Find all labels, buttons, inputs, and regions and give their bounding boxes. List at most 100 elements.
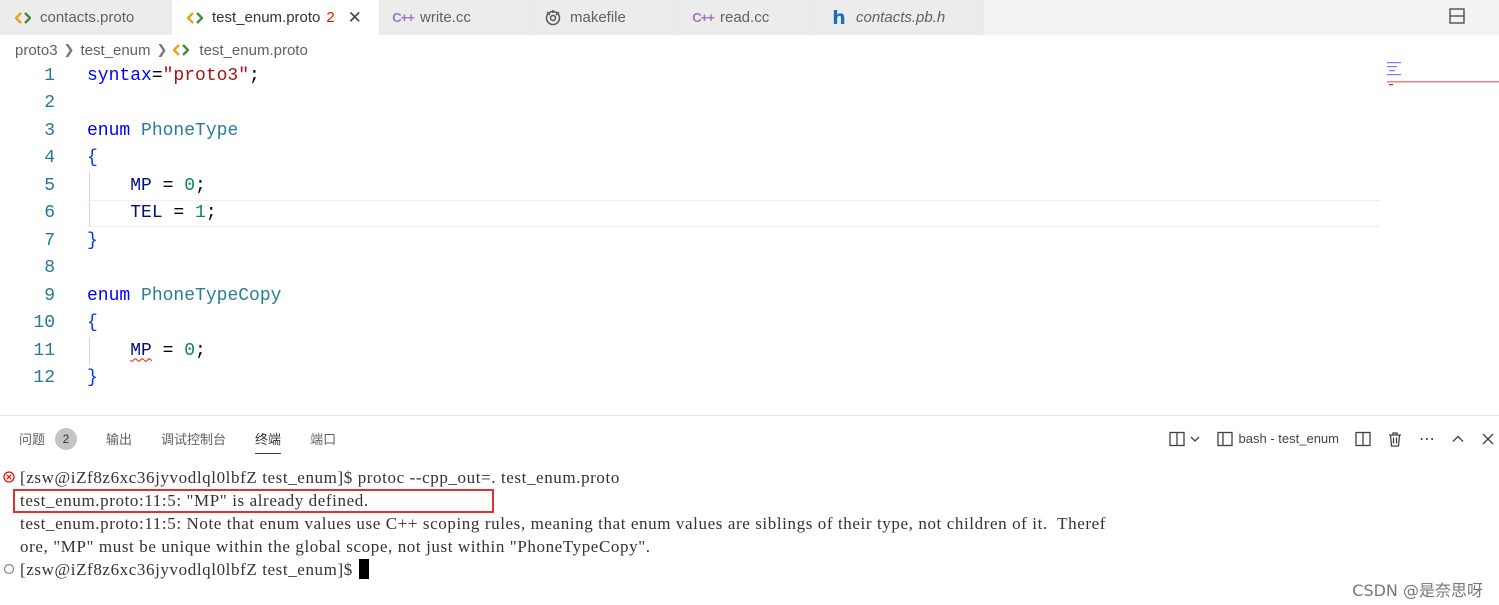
line-number: 5 [44, 175, 55, 196]
terminal-line: test_enum.proto:11:5: Note that enum val… [20, 514, 1107, 533]
code-token: enum [87, 120, 131, 141]
proto-icon [186, 9, 204, 27]
line-number: 2 [44, 93, 55, 113]
tab-label: contacts.pb.h [856, 9, 946, 26]
line-number: 1 [44, 65, 55, 86]
maximize-panel-button[interactable] [1451, 432, 1465, 446]
proto-icon [14, 9, 32, 27]
tab-test-enum-proto[interactable]: test_enum.proto 2 ✕ [172, 0, 380, 35]
tab-debug-console[interactable]: 调试控制台 [161, 416, 226, 461]
new-terminal-layout-button[interactable] [1168, 431, 1201, 447]
terminal-cursor [358, 559, 369, 579]
line-number: 10 [33, 313, 55, 333]
code-token: ; [195, 340, 206, 361]
kill-terminal-button[interactable] [1387, 431, 1403, 447]
code-token: = [151, 175, 185, 196]
code-editor[interactable]: 1 syntax="proto3"; 2 3 enum PhoneType 4 … [0, 62, 1499, 414]
code-token: = [151, 340, 185, 361]
more-actions-button[interactable]: ⋯ [1419, 429, 1435, 449]
line-number: 7 [44, 230, 55, 251]
tab-label: write.cc [420, 9, 471, 26]
split-editor-icon[interactable] [1449, 8, 1465, 24]
tab-makefile[interactable]: makefile [530, 0, 680, 35]
code-token: 0 [184, 340, 196, 361]
tab-label: makefile [570, 9, 626, 26]
tab-label: 输出 [106, 432, 133, 447]
code-line: 4 { [0, 145, 1380, 172]
breadcrumb-item[interactable]: test_enum [80, 42, 150, 59]
breadcrumb: proto3 ❯ test_enum ❯ test_enum.proto [15, 39, 308, 61]
tab-label: read.cc [720, 9, 770, 26]
code-line: 11 MP = 0; [0, 337, 1380, 364]
terminal-name: bash - test_enum [1238, 431, 1339, 446]
tab-output[interactable]: 输出 [106, 416, 132, 461]
terminal-icon [1216, 431, 1233, 446]
code-line: 5 MP = 0; [0, 172, 1380, 199]
layout-icon [1168, 431, 1185, 446]
tab-contacts-pb-h[interactable]: h contacts.pb.h [816, 0, 984, 35]
breadcrumb-item[interactable]: test_enum.proto [199, 42, 307, 59]
terminal-instance[interactable]: bash - test_enum [1216, 431, 1339, 447]
watermark: CSDN @是奈思呀 [1352, 581, 1483, 600]
terminal-line: [zsw@iZf8z6xc36jyvodlql0lbfZ test_enum]$… [20, 468, 620, 487]
close-panel-button[interactable] [1481, 432, 1495, 446]
code-token: "proto3" [162, 65, 250, 86]
code-token: 0 [184, 175, 196, 196]
line-number: 9 [44, 285, 55, 306]
tab-label: 问题 [19, 432, 46, 447]
code-token: ; [195, 175, 206, 196]
proto-icon [173, 41, 191, 59]
tab-read-cc[interactable]: C++ read.cc [680, 0, 816, 35]
code-token: syntax [87, 65, 152, 86]
split-terminal-button[interactable] [1355, 431, 1371, 447]
tab-label: contacts.proto [40, 9, 135, 26]
tab-problems[interactable]: 问题 2 [19, 416, 78, 461]
code-token: = [151, 65, 163, 86]
makefile-icon [544, 9, 562, 27]
close-icon[interactable]: ✕ [345, 8, 365, 28]
chevron-down-icon [1190, 436, 1200, 442]
code-line-current: 6 TEL = 1; [0, 199, 1380, 227]
header-icon: h [832, 6, 846, 29]
line-number: 8 [44, 258, 55, 278]
command-decoration-icon [3, 563, 15, 575]
code-line: 9 enum PhoneTypeCopy [0, 282, 1380, 309]
line-number: 12 [33, 368, 55, 388]
chevron-up-icon [1452, 435, 1464, 442]
breadcrumb-item[interactable]: proto3 [15, 42, 58, 59]
code-token: { [87, 148, 98, 168]
current-line-highlight [87, 199, 1380, 227]
tab-ports[interactable]: 端口 [310, 416, 336, 461]
tab-write-cc[interactable]: C++ write.cc [380, 0, 530, 35]
chevron-right-icon: ❯ [63, 42, 75, 57]
code-line: 1 syntax="proto3"; [0, 62, 1380, 89]
code-token: enum [87, 285, 131, 306]
minimap[interactable] [1385, 60, 1499, 90]
terminal-line: ore, "MP" must be unique within the glob… [20, 537, 651, 556]
tab-terminal[interactable]: 终端 [255, 416, 282, 461]
split-icon [1355, 431, 1371, 446]
code-token: } [87, 368, 98, 388]
trash-icon [1389, 431, 1401, 447]
tab-label: 调试控制台 [161, 432, 227, 447]
panel-actions: bash - test_enum ⋯ [1161, 416, 1499, 461]
code-line: 3 enum PhoneType [0, 117, 1380, 144]
ellipsis-icon: ⋯ [1419, 430, 1435, 448]
tab-label: 端口 [310, 432, 337, 447]
line-number: 6 [44, 203, 55, 223]
code-token: { [87, 313, 98, 333]
code-token: MP [130, 175, 152, 196]
tab-label: test_enum.proto [212, 9, 321, 26]
code-line: 10 { [0, 310, 1380, 337]
cpp-icon: C++ [392, 10, 415, 25]
editor-tab-bar: contacts.proto test_enum.proto 2 ✕ C++ w… [0, 0, 1499, 35]
terminal-output[interactable]: [zsw@iZf8z6xc36jyvodlql0lbfZ test_enum]$… [0, 466, 1499, 605]
code-line: 12 } [0, 365, 1380, 392]
code-token-error[interactable]: MP [130, 341, 152, 361]
tab-contacts-proto[interactable]: contacts.proto [0, 0, 172, 35]
code-token: ; [249, 65, 260, 86]
cpp-icon: C++ [692, 10, 715, 25]
code-token: PhoneType [141, 120, 239, 141]
terminal-prompt: [zsw@iZf8z6xc36jyvodlql0lbfZ test_enum]$ [20, 560, 353, 579]
chevron-right-icon: ❯ [156, 42, 168, 57]
